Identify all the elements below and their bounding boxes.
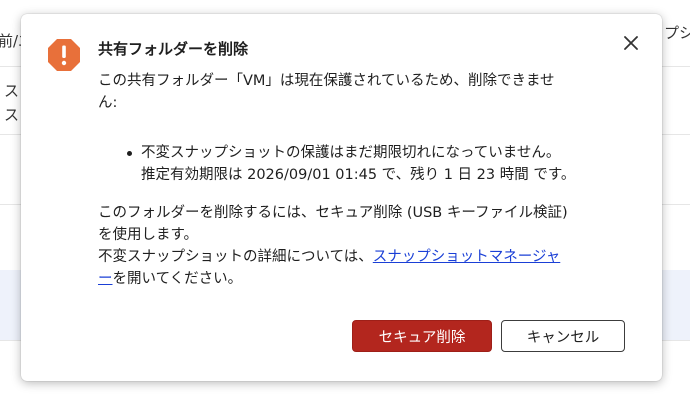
bullet-line: 推定有効期限は 2026/09/01 01:45 で、残り 1 日 23 時間 … — [141, 167, 576, 183]
instruction-line: このフォルダーを削除するには、セキュア削除 (USB キーファイル検証) — [98, 205, 568, 221]
snapshot-manager-link[interactable]: スナップショットマネージャ — [373, 249, 560, 265]
snapshot-info-suffix: を開いてください。 — [112, 271, 243, 287]
delete-shared-folder-dialog: 共有フォルダーを削除 この共有フォルダー「VM」は現在保護されているため、削除で… — [21, 14, 662, 381]
bullet-dot — [127, 151, 132, 156]
protection-message-line: この共有フォルダー「VM」は現在保護されているため、削除できませ — [98, 73, 555, 89]
warning-icon — [48, 39, 80, 71]
close-icon[interactable] — [620, 32, 642, 54]
protection-message-line: ん: — [98, 95, 118, 111]
dialog-title: 共有フォルダーを削除 — [98, 40, 249, 58]
snapshot-bullet: 不変スナップショットの保護はまだ期限切れになっていません。 推定有効期限は 20… — [127, 142, 627, 186]
header-cell-right: プシ — [664, 24, 690, 42]
row-cell-text: ス — [4, 106, 20, 124]
cancel-button[interactable]: キャンセル — [501, 320, 625, 352]
snapshot-info-line: ーを開いてください。 — [98, 268, 598, 290]
bullet-line: 不変スナップショットの保護はまだ期限切れになっていません。 — [141, 145, 561, 161]
snapshot-info-line: 不変スナップショットの詳細については、スナップショットマネージャ — [98, 246, 598, 268]
secure-delete-instructions: このフォルダーを削除するには、セキュア削除 (USB キーファイル検証) を使用… — [98, 202, 598, 290]
protection-message: この共有フォルダー「VM」は現在保護されているため、削除できませ ん: — [98, 70, 598, 114]
row-cell-text: ス — [4, 82, 20, 100]
snapshot-manager-link-continued[interactable]: ー — [98, 271, 113, 287]
instruction-line: を使用します。 — [98, 227, 199, 243]
secure-delete-button[interactable]: セキュア削除 — [352, 320, 492, 352]
snapshot-info-prefix: 不変スナップショットの詳細については、 — [98, 249, 373, 265]
